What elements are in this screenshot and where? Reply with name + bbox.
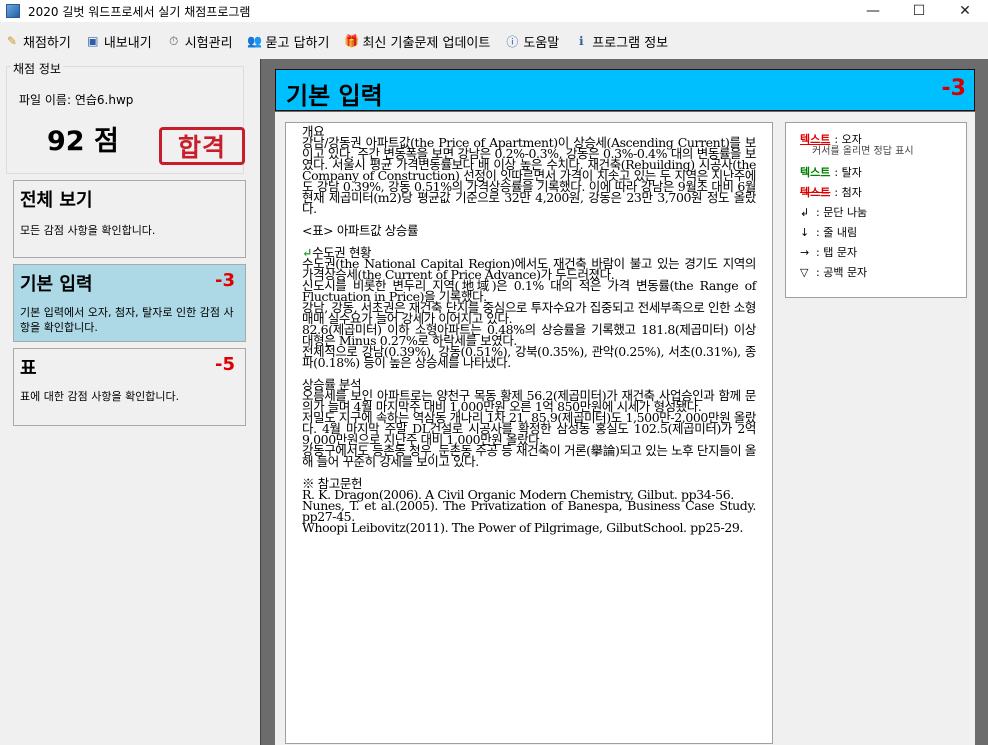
legend-row-omission: 텍스트: 탈자 (800, 166, 862, 179)
triangle-down-icon: ▽ (800, 265, 809, 279)
doc-paragraph: 신도시를 비롯한 변두리 지역(地域)은 0.1% 대의 적은 가격 변동률(t… (302, 278, 756, 304)
grade-button[interactable]: ✎ 채점하기 (4, 32, 71, 51)
program-info-button[interactable]: ℹ 프로그램 정보 (573, 32, 668, 51)
card-deduct: -3 (215, 270, 235, 291)
save-icon: ▣ (87, 34, 99, 48)
card-basic-input[interactable]: 기본 입력 -3 기본 입력에서 오자, 첨자, 탈자로 인한 감점 사항을 확… (13, 264, 246, 342)
doc-paragraph: Nunes, T. et al.(2005). The Privatizatio… (302, 498, 756, 524)
legend-panel: 텍스트: 오자 커서를 올리면 정답 표시 텍스트: 탈자 텍스트: 첨자 ↲:… (785, 122, 967, 298)
sidebar: 채점 정보 파일 이름: 연습6.hwp 92 점 합격 전체 보기 모든 감점… (2, 60, 256, 745)
score-info-legend: 채점 정보 (11, 60, 63, 77)
doc-paragraph: Whoopi Leibovitz(2011). The Power of Pil… (302, 520, 743, 535)
stopwatch-icon: ⏱ (169, 33, 179, 48)
legend-row-paragraph: ↲: 문단 나눔 (800, 205, 868, 220)
info-icon: ℹ (578, 34, 584, 48)
maximize-button[interactable]: ☐ (896, 0, 942, 22)
export-button[interactable]: ▣ 내보내기 (85, 32, 152, 51)
window-title: 2020 길벗 워드프로세서 실기 채점프로그램 (28, 4, 251, 19)
exam-manage-button[interactable]: ⏱ 시험관리 (166, 32, 233, 51)
app-icon (6, 4, 20, 18)
main-panel: 기본 입력 -3 개요 강남/강동권 아파트값(the Price of Apa… (260, 59, 988, 745)
legend-row-tab: →: 탭 문자 (800, 245, 858, 260)
legend-hint: 커서를 올리면 정답 표시 (812, 146, 914, 157)
update-button[interactable]: 🎁 최신 기출문제 업데이트 (343, 32, 490, 51)
right-arrow-icon: → (800, 245, 810, 259)
section-title: 기본 입력 (286, 82, 383, 110)
file-name: 파일 이름: 연습6.hwp (19, 93, 134, 107)
card-title: 표 (20, 358, 37, 379)
section-header: 기본 입력 -3 (275, 69, 975, 111)
legend-row-addition: 텍스트: 첨자 (800, 186, 862, 199)
legend-row-linebreak: ↓: 줄 내림 (800, 225, 858, 240)
section-deduct: -3 (941, 76, 966, 101)
doc-paragraph: <표> 아파트값 상승률 (302, 223, 419, 238)
pass-stamp: 합격 (159, 127, 245, 165)
score-value: 92 점 (47, 126, 119, 157)
card-deduct: -5 (215, 354, 235, 375)
help-button[interactable]: ⓘ 도움말 (504, 32, 559, 51)
paragraph-break-icon: ↲ (800, 205, 810, 219)
score-info-group: 채점 정보 파일 이름: 연습6.hwp 92 점 합격 (6, 60, 245, 174)
card-title: 기본 입력 (20, 274, 93, 295)
help-icon: ⓘ (506, 34, 519, 49)
card-title: 전체 보기 (20, 190, 93, 211)
card-table[interactable]: 표 -5 표에 대한 감점 사항을 확인합니다. (13, 348, 246, 426)
down-arrow-icon: ↓ (800, 225, 810, 239)
close-button[interactable]: ✕ (942, 0, 988, 22)
doc-paragraph: 저밀도 지구에 속하는 역삼동 개나리 1차 21, 85.9(제곱미터)도 1… (302, 410, 756, 447)
minimize-button[interactable]: — (850, 0, 896, 22)
toolbar: ✎ 채점하기 ▣ 내보내기 ⏱ 시험관리 👥 묻고 답하기 🎁 최신 기출문제 업데이트 … (0, 28, 988, 54)
title-bar: 2020 길벗 워드프로세서 실기 채점프로그램 — ☐ ✕ (0, 0, 988, 22)
doc-paragraph: 82.6(제곱미터) 이하 소형아파트는 0.48%의 상승률을 기록했고 18… (302, 322, 756, 348)
doc-paragraph: 강남, 강동, 서초권은 재건축 단지를 중심으로 투자수요가 집중되고 전세부… (302, 300, 756, 326)
pencil-icon: ✎ (6, 34, 18, 48)
doc-paragraph: 오름세를 보인 아파트로는 양천구 목동 황제 56.2(제곱미터)가 재건축 … (302, 388, 756, 414)
doc-paragraph: 수도권(the National Capital Region)에서도 재건축 … (302, 256, 756, 282)
legend-row-space: ▽: 공백 문자 (800, 265, 868, 280)
content-area: 개요 강남/강동권 아파트값(the Price of Apartment)이 … (275, 112, 975, 745)
document-view[interactable]: 개요 강남/강동권 아파트값(the Price of Apartment)이 … (285, 122, 773, 744)
card-overview[interactable]: 전체 보기 모든 감점 사항을 확인합니다. (13, 180, 246, 258)
doc-paragraph: 전체적으로 강남(0.39%), 강동(0.51%), 강북(0.35%), 관… (302, 344, 756, 370)
people-icon: 👥 (247, 34, 262, 48)
doc-paragraph: 강남/강동권 아파트값(the Price of Apartment)이 상승세… (302, 135, 756, 216)
card-desc: 기본 입력에서 오자, 첨자, 탈자로 인한 감점 사항을 확인합니다. (20, 306, 234, 334)
card-desc: 모든 감점 사항을 확인합니다. (20, 224, 156, 237)
gift-icon: 🎁 (343, 34, 359, 48)
card-desc: 표에 대한 감점 사항을 확인합니다. (20, 390, 180, 403)
qna-button[interactable]: 👥 묻고 답하기 (247, 32, 329, 51)
doc-paragraph: 강동구에서도 등촌동 청우, 둔촌동 주공 등 재건축이 거론(擧論)되고 있는… (302, 443, 756, 469)
